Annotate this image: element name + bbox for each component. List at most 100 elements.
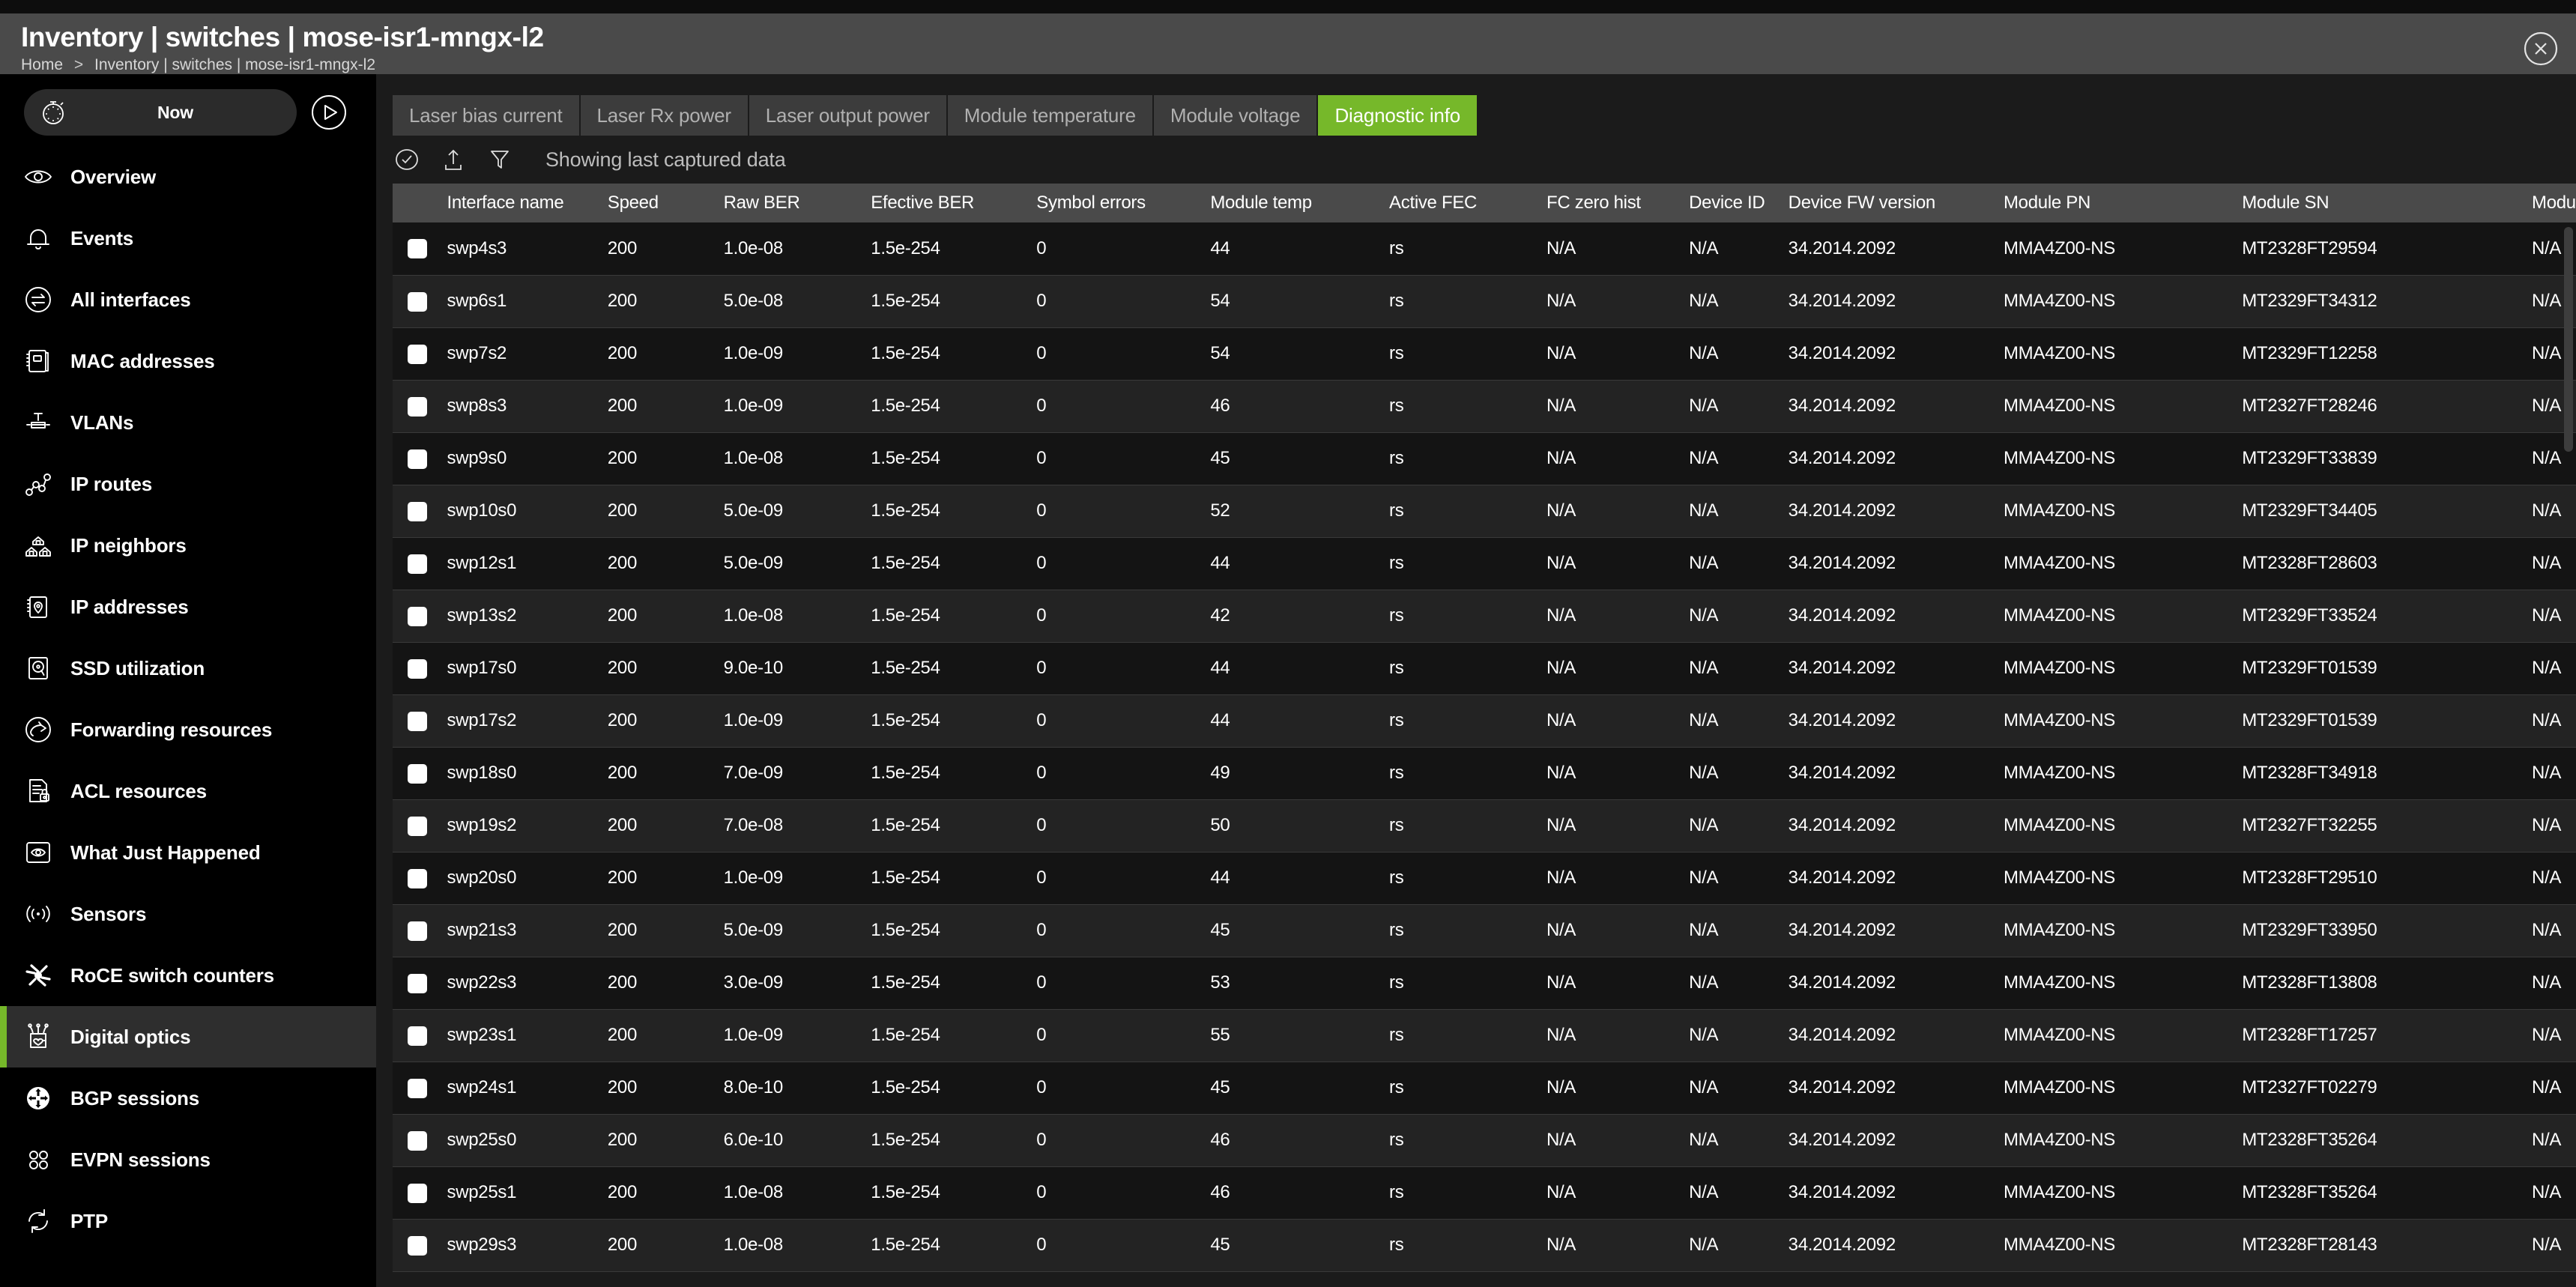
- table-row[interactable]: swp20s02001.0e-091.5e-254044rsN/AN/A34.2…: [393, 852, 2576, 904]
- tab-laser-rx-power[interactable]: Laser Rx power: [581, 95, 748, 136]
- table-row[interactable]: swp6s12005.0e-081.5e-254054rsN/AN/A34.20…: [393, 275, 2576, 327]
- table-row[interactable]: swp22s32003.0e-091.5e-254053rsN/AN/A34.2…: [393, 957, 2576, 1009]
- row-checkbox[interactable]: [408, 1131, 427, 1151]
- row-checkbox[interactable]: [408, 659, 427, 679]
- table-row[interactable]: swp8s32001.0e-091.5e-254046rsN/AN/A34.20…: [393, 380, 2576, 432]
- tab-module-voltage[interactable]: Module voltage: [1154, 95, 1317, 136]
- row-select-cell[interactable]: [393, 1219, 444, 1271]
- row-checkbox[interactable]: [408, 1026, 427, 1046]
- row-checkbox[interactable]: [408, 607, 427, 626]
- sidebar-item-acl-resources[interactable]: ACL resources: [0, 760, 376, 822]
- close-circle-icon[interactable]: [2524, 31, 2558, 66]
- table-row[interactable]: swp13s22001.0e-081.5e-254042rsN/AN/A34.2…: [393, 590, 2576, 642]
- row-checkbox[interactable]: [408, 921, 427, 941]
- row-select-cell[interactable]: [393, 327, 444, 380]
- row-checkbox[interactable]: [408, 1184, 427, 1203]
- vertical-scrollbar[interactable]: [2564, 227, 2573, 452]
- column-header-module-pn[interactable]: Module PN: [2001, 184, 2239, 222]
- row-checkbox[interactable]: [408, 764, 427, 784]
- row-select-cell[interactable]: [393, 590, 444, 642]
- sidebar-item-overview[interactable]: Overview: [0, 146, 376, 208]
- table-row[interactable]: swp7s22001.0e-091.5e-254054rsN/AN/A34.20…: [393, 327, 2576, 380]
- table-row[interactable]: swp21s32005.0e-091.5e-254045rsN/AN/A34.2…: [393, 904, 2576, 957]
- sidebar-item-events[interactable]: Events: [0, 208, 376, 269]
- sidebar-item-ip-neighbors[interactable]: IP neighbors: [0, 515, 376, 576]
- row-checkbox[interactable]: [408, 239, 427, 258]
- table-row[interactable]: swp4s32001.0e-081.5e-254044rsN/AN/A34.20…: [393, 222, 2576, 275]
- table-row[interactable]: swp17s22001.0e-091.5e-254044rsN/AN/A34.2…: [393, 694, 2576, 747]
- check-circle-icon[interactable]: [394, 147, 420, 172]
- table-row[interactable]: swp18s02007.0e-091.5e-254049rsN/AN/A34.2…: [393, 747, 2576, 799]
- table-row[interactable]: swp25s02006.0e-101.5e-254046rsN/AN/A34.2…: [393, 1114, 2576, 1166]
- row-select-cell[interactable]: [393, 799, 444, 852]
- column-header-device-id[interactable]: Device ID: [1686, 184, 1786, 222]
- tab-diagnostic-info[interactable]: Diagnostic info: [1318, 95, 1477, 136]
- column-header-module-type[interactable]: Module type: [2529, 184, 2576, 222]
- sidebar-item-ssd-utilization[interactable]: SSD utilization: [0, 638, 376, 699]
- row-select-cell[interactable]: [393, 1166, 444, 1219]
- table-row[interactable]: swp17s02009.0e-101.5e-254044rsN/AN/A34.2…: [393, 642, 2576, 694]
- row-select-cell[interactable]: [393, 380, 444, 432]
- row-select-cell[interactable]: [393, 275, 444, 327]
- sidebar-item-vlans[interactable]: VLANs: [0, 392, 376, 453]
- row-checkbox[interactable]: [408, 449, 427, 469]
- sidebar-item-all-interfaces[interactable]: All interfaces: [0, 269, 376, 330]
- column-header-select[interactable]: [393, 184, 444, 222]
- sidebar-item-ip-routes[interactable]: IP routes: [0, 453, 376, 515]
- table-row[interactable]: swp10s02005.0e-091.5e-254052rsN/AN/A34.2…: [393, 485, 2576, 537]
- table-row[interactable]: swp29s32001.0e-081.5e-254045rsN/AN/A34.2…: [393, 1219, 2576, 1271]
- tab-laser-bias-current[interactable]: Laser bias current: [393, 95, 579, 136]
- sidebar-item-forwarding-resources[interactable]: Forwarding resources: [0, 699, 376, 760]
- table-row[interactable]: swp9s02001.0e-081.5e-254045rsN/AN/A34.20…: [393, 432, 2576, 485]
- row-select-cell[interactable]: [393, 852, 444, 904]
- sidebar-item-ptp[interactable]: PTP: [0, 1190, 376, 1252]
- filter-icon[interactable]: [487, 147, 513, 172]
- row-checkbox[interactable]: [408, 397, 427, 417]
- table-row[interactable]: swp24s12008.0e-101.5e-254045rsN/AN/A34.2…: [393, 1062, 2576, 1114]
- row-checkbox[interactable]: [408, 502, 427, 521]
- row-checkbox[interactable]: [408, 1079, 427, 1098]
- row-checkbox[interactable]: [408, 554, 427, 574]
- column-header-raw-ber[interactable]: Raw BER: [721, 184, 868, 222]
- table-scroll-container[interactable]: Interface nameSpeedRaw BEREfective BERSy…: [393, 184, 2576, 1287]
- breadcrumb-home[interactable]: Home: [21, 56, 63, 73]
- sidebar-item-roce-switch-counters[interactable]: RoCE switch counters: [0, 945, 376, 1006]
- sidebar-item-digital-optics[interactable]: Digital optics: [0, 1006, 376, 1068]
- column-header-module-temp[interactable]: Module temp: [1207, 184, 1386, 222]
- row-checkbox[interactable]: [408, 292, 427, 312]
- row-select-cell[interactable]: [393, 642, 444, 694]
- row-select-cell[interactable]: [393, 747, 444, 799]
- row-select-cell[interactable]: [393, 1114, 444, 1166]
- table-row[interactable]: swp25s12001.0e-081.5e-254046rsN/AN/A34.2…: [393, 1166, 2576, 1219]
- row-select-cell[interactable]: [393, 957, 444, 1009]
- row-select-cell[interactable]: [393, 432, 444, 485]
- column-header-fc-zero-hist[interactable]: FC zero hist: [1544, 184, 1686, 222]
- sidebar-item-what-just-happened[interactable]: What Just Happened: [0, 822, 376, 883]
- sidebar-item-evpn-sessions[interactable]: EVPN sessions: [0, 1129, 376, 1190]
- export-icon[interactable]: [441, 147, 466, 172]
- column-header-interface-name[interactable]: Interface name: [444, 184, 605, 222]
- tab-module-temperature[interactable]: Module temperature: [948, 95, 1152, 136]
- sidebar-item-mac-addresses[interactable]: MAC addresses: [0, 330, 376, 392]
- row-checkbox[interactable]: [408, 712, 427, 731]
- row-checkbox[interactable]: [408, 869, 427, 888]
- play-circle-icon[interactable]: [310, 94, 348, 131]
- row-select-cell[interactable]: [393, 1009, 444, 1062]
- tab-laser-output-power[interactable]: Laser output power: [749, 95, 946, 136]
- row-checkbox[interactable]: [408, 1236, 427, 1256]
- table-row[interactable]: swp19s22007.0e-081.5e-254050rsN/AN/A34.2…: [393, 799, 2576, 852]
- column-header-device-fw-version[interactable]: Device FW version: [1786, 184, 2001, 222]
- column-header-speed[interactable]: Speed: [605, 184, 721, 222]
- sidebar-item-bgp-sessions[interactable]: BGP sessions: [0, 1068, 376, 1129]
- row-checkbox[interactable]: [408, 974, 427, 993]
- time-range-picker[interactable]: Now: [24, 89, 297, 136]
- sidebar-item-sensors[interactable]: Sensors: [0, 883, 376, 945]
- row-select-cell[interactable]: [393, 694, 444, 747]
- row-checkbox[interactable]: [408, 345, 427, 364]
- column-header-efective-ber[interactable]: Efective BER: [868, 184, 1033, 222]
- row-select-cell[interactable]: [393, 537, 444, 590]
- row-checkbox[interactable]: [408, 817, 427, 836]
- column-header-active-fec[interactable]: Active FEC: [1386, 184, 1544, 222]
- column-header-module-sn[interactable]: Module SN: [2239, 184, 2529, 222]
- row-select-cell[interactable]: [393, 222, 444, 275]
